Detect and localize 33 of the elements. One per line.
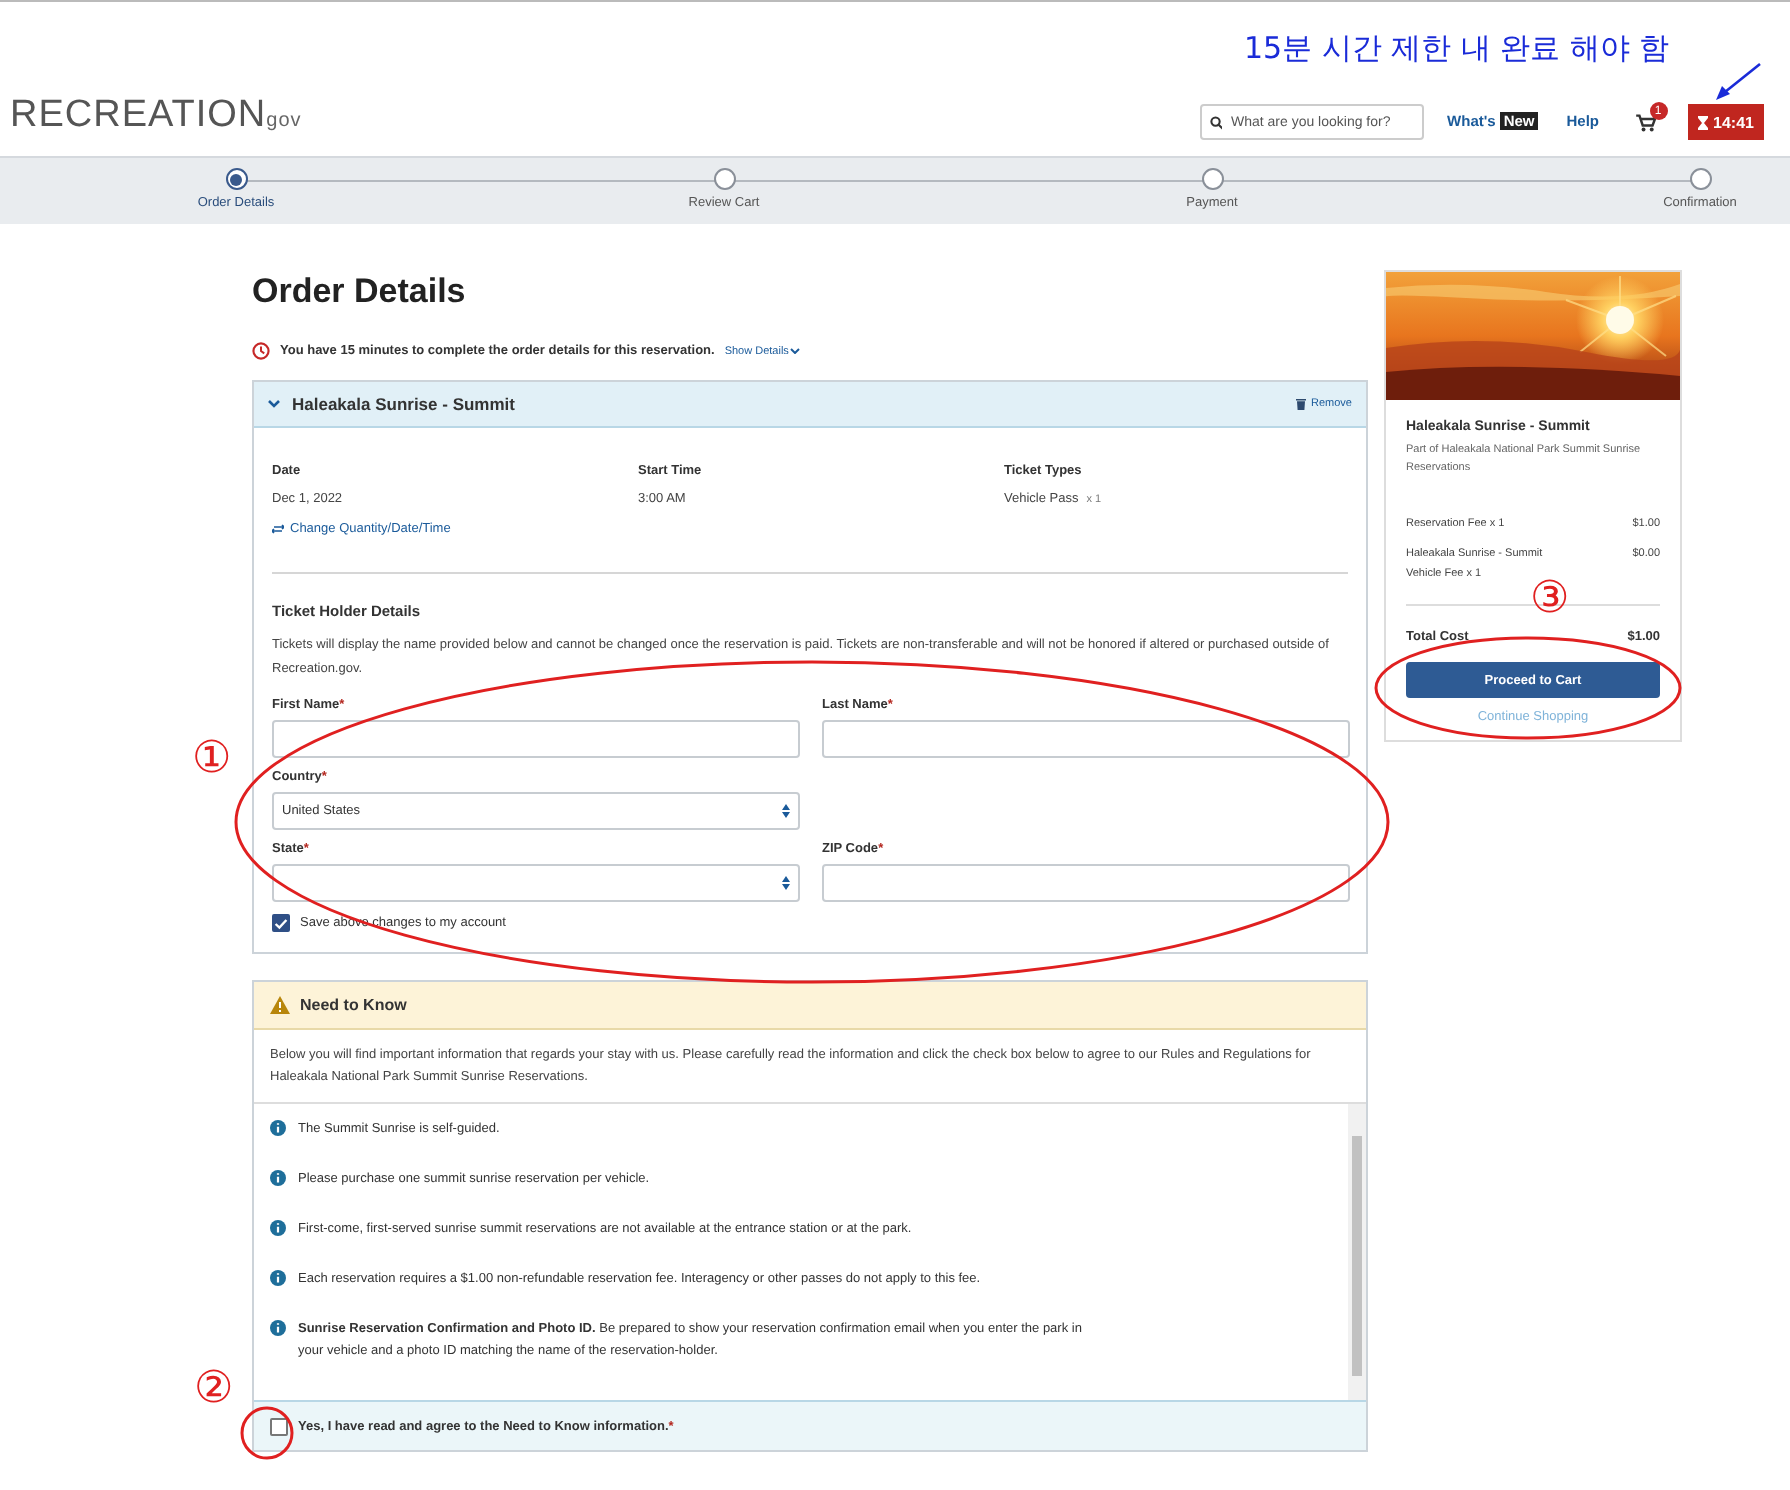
- hourglass-icon: [1697, 115, 1708, 129]
- info-icon: [270, 1170, 286, 1186]
- timer-button[interactable]: 14:41: [1687, 104, 1764, 140]
- info-icon: [270, 1270, 286, 1286]
- scrollbar[interactable]: [1348, 1104, 1366, 1400]
- need-to-know-header: Need to Know: [254, 982, 1366, 1030]
- info-icon: [270, 1120, 286, 1136]
- agree-checkbox[interactable]: [270, 1417, 288, 1435]
- annotation-arrow: [1712, 60, 1764, 104]
- annotation-number: ③: [1530, 578, 1570, 622]
- swap-icon: [272, 524, 284, 534]
- page-title: Order Details: [252, 272, 468, 312]
- info-icon: [270, 1220, 286, 1236]
- clock-icon: [252, 342, 270, 360]
- save-checkbox[interactable]: [272, 914, 290, 932]
- sort-icon: [782, 804, 790, 818]
- annotation-circle: [240, 1406, 294, 1460]
- annotation-note: 15분 시간 제한 내 완료 해야 함: [1244, 30, 1670, 68]
- warning-icon: [270, 996, 290, 1014]
- annotation-number: ②: [194, 1368, 234, 1412]
- trash-icon: [1295, 398, 1306, 410]
- select-field[interactable]: [272, 864, 800, 902]
- annotation-number: ①: [192, 738, 232, 782]
- chevron-down-icon: [790, 348, 801, 354]
- site-logo[interactable]: RECREATION gov: [10, 94, 302, 138]
- input-field[interactable]: [822, 720, 1350, 758]
- input-field[interactable]: [822, 864, 1350, 902]
- sort-icon: [782, 876, 790, 890]
- cart-icon[interactable]: [1635, 114, 1656, 132]
- info-icon: [270, 1320, 286, 1336]
- search-icon: [1209, 115, 1223, 129]
- input-field[interactable]: [272, 720, 800, 758]
- chevron-icon: [268, 400, 280, 408]
